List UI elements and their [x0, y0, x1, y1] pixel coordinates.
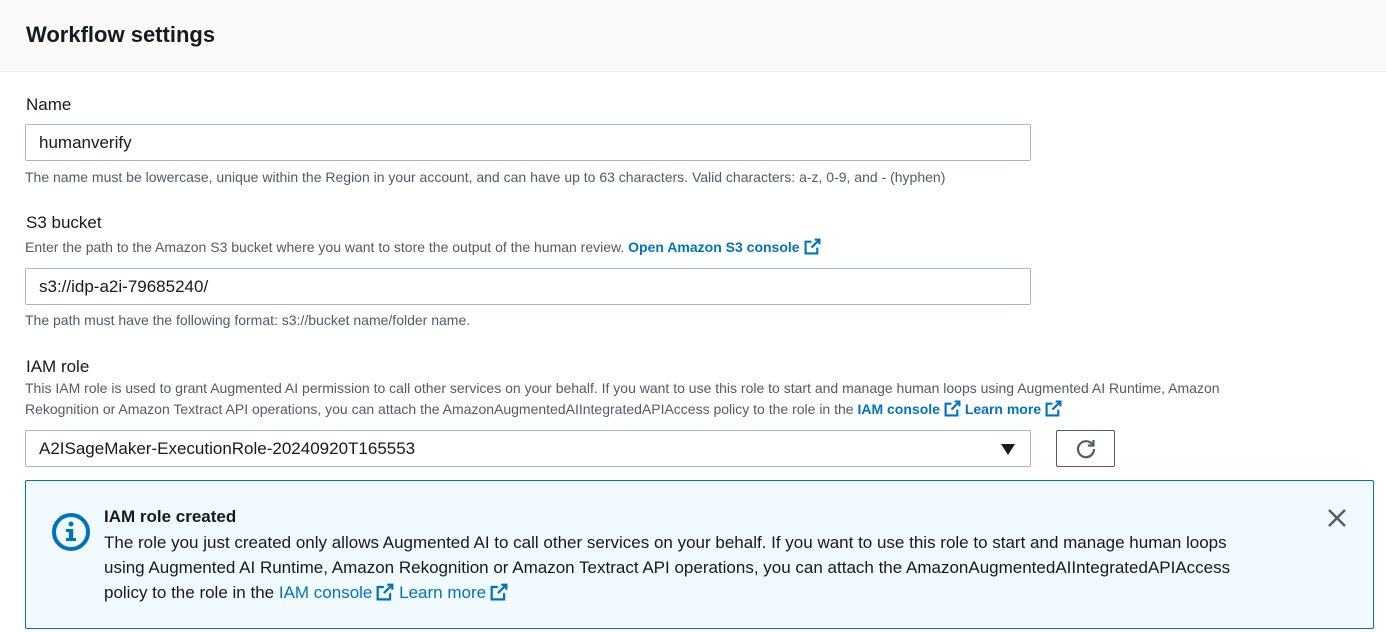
alert-iam-console-link[interactable]: IAM console — [279, 583, 395, 602]
alert-iam-console-link-label: IAM console — [278, 583, 373, 602]
alert-message-line2: using Augmented AI Runtime, Amazon Rekog… — [104, 558, 1231, 577]
s3-bucket-description: Enter the path to the Amazon S3 bucket w… — [25, 237, 821, 258]
external-link-icon — [376, 583, 394, 601]
external-link-icon — [490, 583, 508, 601]
open-s3-console-link-label: Open Amazon S3 console — [628, 239, 800, 255]
iam-console-link-label: IAM console — [857, 401, 940, 417]
s3-bucket-description-text: Enter the path to the Amazon S3 bucket w… — [25, 239, 625, 255]
iam-role-created-alert: IAM role created The role you just creat… — [25, 480, 1374, 629]
learn-more-link-label: Learn more — [964, 401, 1042, 417]
panel-header: Workflow settings — [0, 0, 1386, 72]
s3-bucket-label: S3 bucket — [26, 213, 102, 232]
iam-role-select-value: A2ISageMaker-ExecutionRole-20240920T1655… — [39, 439, 416, 458]
alert-title: IAM role created — [104, 507, 237, 526]
alert-message-line3: policy to the role in the IAM console Le… — [104, 580, 1304, 605]
learn-more-link[interactable]: Learn more — [964, 400, 1062, 417]
open-s3-console-link[interactable]: Open Amazon S3 console — [628, 238, 821, 255]
iam-role-label: IAM role — [26, 357, 90, 376]
close-icon[interactable] — [1327, 508, 1347, 528]
panel-title: Workflow settings — [26, 22, 216, 47]
refresh-button[interactable] — [1056, 430, 1115, 467]
iam-role-description-line2: Rekognition or Amazon Textract API opera… — [25, 399, 1062, 420]
iam-role-description-line1: This IAM role is used to grant Augmented… — [25, 380, 1220, 396]
refresh-icon — [1076, 440, 1096, 459]
caret-down-icon — [1001, 444, 1015, 455]
external-link-icon — [944, 400, 961, 417]
iam-console-link[interactable]: IAM console — [857, 400, 961, 417]
external-link-icon — [804, 238, 821, 255]
alert-learn-more-link[interactable]: Learn more — [399, 583, 508, 602]
name-input[interactable] — [25, 124, 1031, 161]
alert-message-line1: The role you just created only allows Au… — [104, 533, 1227, 552]
info-icon — [52, 513, 90, 551]
name-label: Name — [26, 95, 72, 114]
s3-bucket-hint: The path must have the following format:… — [25, 312, 471, 328]
name-hint: The name must be lowercase, unique withi… — [25, 169, 946, 185]
external-link-icon — [1045, 400, 1062, 417]
alert-learn-more-link-label: Learn more — [399, 583, 487, 602]
alert-message: The role you just created only allows Au… — [104, 530, 1304, 605]
alert-message-line3-text: policy to the role in the — [104, 583, 275, 602]
iam-role-select[interactable]: A2ISageMaker-ExecutionRole-20240920T1655… — [25, 430, 1031, 467]
s3-bucket-input[interactable] — [25, 268, 1031, 305]
iam-role-description-text: Rekognition or Amazon Textract API opera… — [25, 401, 854, 417]
